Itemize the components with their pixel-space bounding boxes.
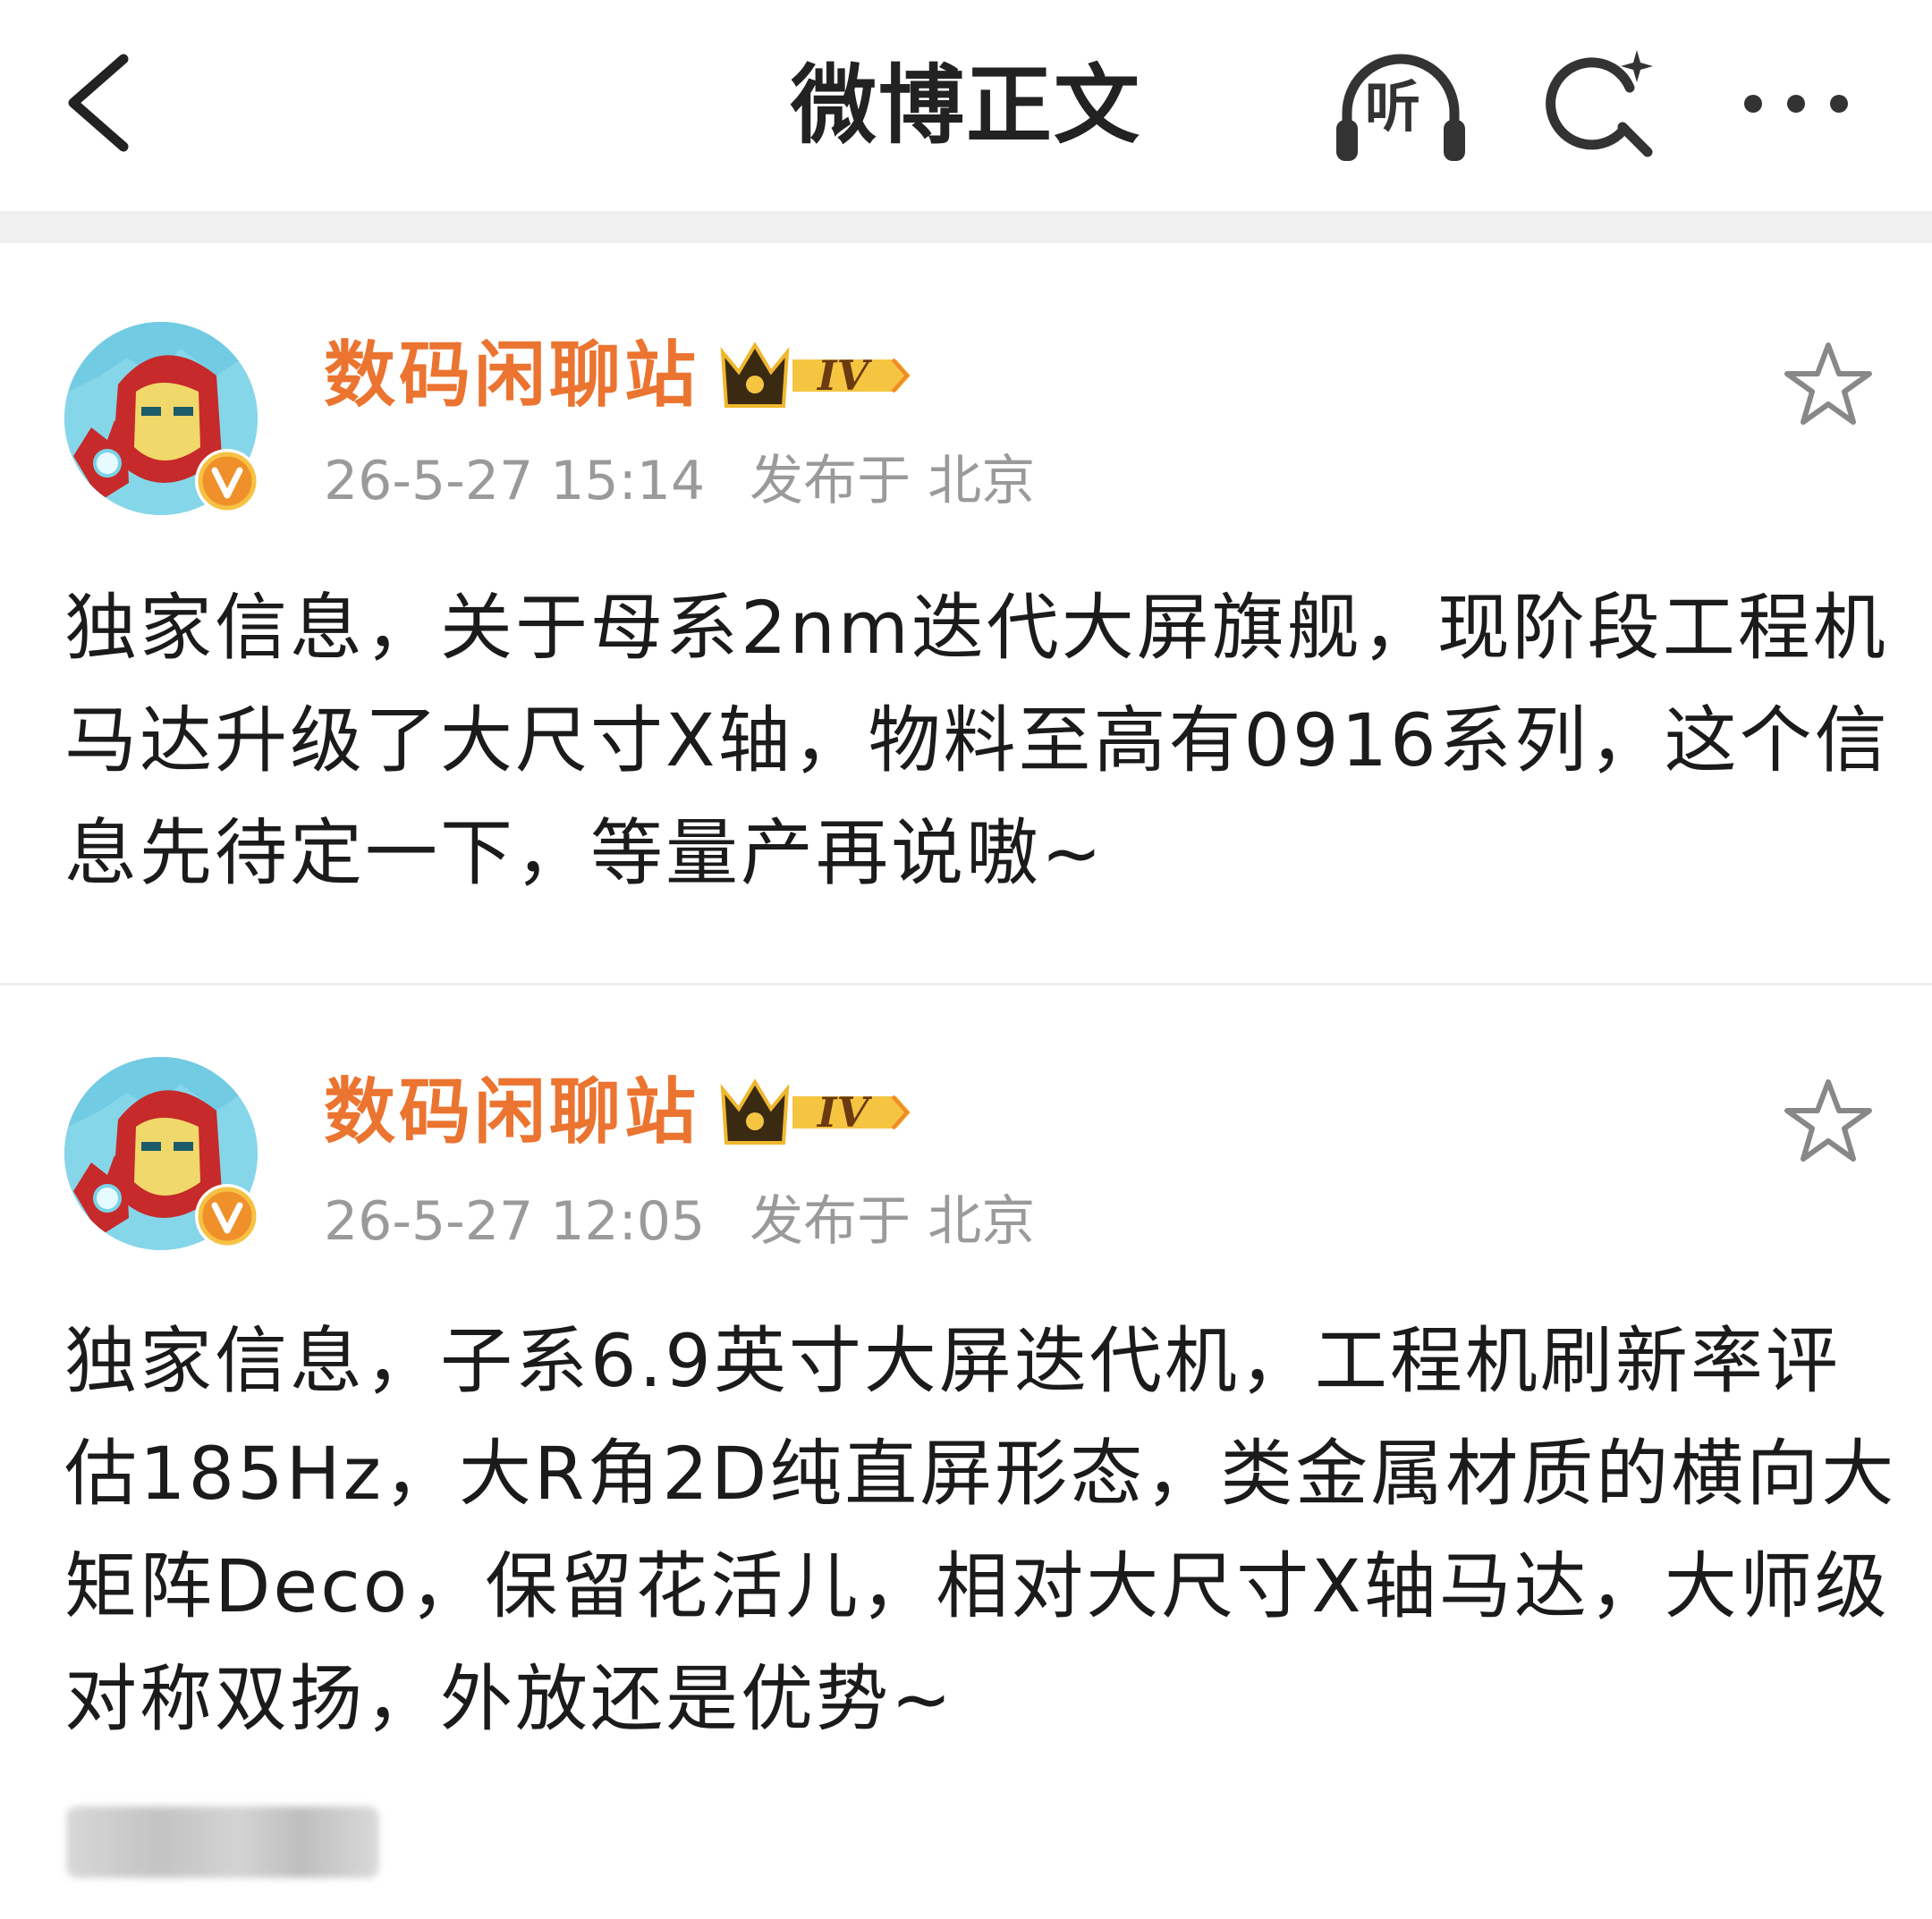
header-separator [0,211,1932,243]
post-card: 数码闲聊站 IV 26-5-27 15:14 发布于 北京 独家信息，关于母系2n… [0,243,1932,984]
favorite-button[interactable] [1784,1077,1873,1166]
favorite-button[interactable] [1784,340,1873,429]
ai-search-icon [1546,50,1653,157]
star-icon [1784,1079,1872,1162]
post-time: 26-5-27 15:14 [324,450,706,512]
more-button[interactable] [1739,75,1855,132]
star-icon [1784,342,1872,425]
post-body-line: 马达升级了大尺寸X轴，物料至高有0916系列，这个信 [64,699,1890,783]
listen-label: 听 [1365,74,1421,139]
post-body-line: 独家信息，子系6.9英寸大屏迭代机，工程机刷新率评 [64,1320,1841,1404]
listen-button[interactable]: 听 [1331,46,1470,165]
more-icon [1744,95,1848,113]
level-badge[interactable]: IV [717,1071,914,1154]
avatar[interactable] [64,322,259,515]
crown-icon [720,1078,911,1145]
post-card: 数码闲聊站 IV 26-5-27 12:05 发布于 北京 独家信息，子系6.9英… [0,985,1932,1919]
level-label: IV [818,1088,869,1137]
post-body-line: 息先待定一下，等量产再说嗷~ [64,812,1105,896]
verified-icon [195,449,259,513]
post-body: 独家信息，关于母系2nm迭代大屏旗舰，现阶段工程机 马达升级了大尺寸X轴，物料至… [64,572,1890,910]
avatar[interactable] [64,1057,259,1250]
post-body: 独家信息，子系6.9英寸大屏迭代机，工程机刷新率评 估185Hz，大R角2D纯直… [64,1306,1897,1756]
post-location: 发布于 北京 [750,450,1036,512]
post-meta: 26-5-27 12:05 发布于 北京 [324,1188,1035,1255]
post-body-line: 估185Hz，大R角2D纯直屏形态，类金属材质的横向大 [64,1433,1897,1517]
blurred-tag [66,1806,379,1878]
post-location: 发布于 北京 [750,1190,1036,1253]
level-label: IV [818,351,869,400]
username[interactable]: 数码闲聊站 [324,333,699,418]
post-body-line: 独家信息，关于母系2nm迭代大屏旗舰，现阶段工程机 [64,587,1888,671]
crown-icon [720,342,911,408]
post-time: 26-5-27 12:05 [324,1190,706,1253]
verified-icon [195,1184,259,1248]
level-badge[interactable]: IV [717,334,914,417]
post-meta: 26-5-27 15:14 发布于 北京 [324,447,1035,515]
post-body-line: 矩阵Deco，保留花活儿，相对大尺寸X轴马达，大师级 [64,1545,1890,1629]
post-body-line: 对称双扬，外放还是优势~ [64,1658,954,1742]
top-bar: 微博正文 听 [0,0,1932,211]
ai-search-button[interactable] [1544,46,1660,165]
username[interactable]: 数码闲聊站 [324,1069,699,1155]
